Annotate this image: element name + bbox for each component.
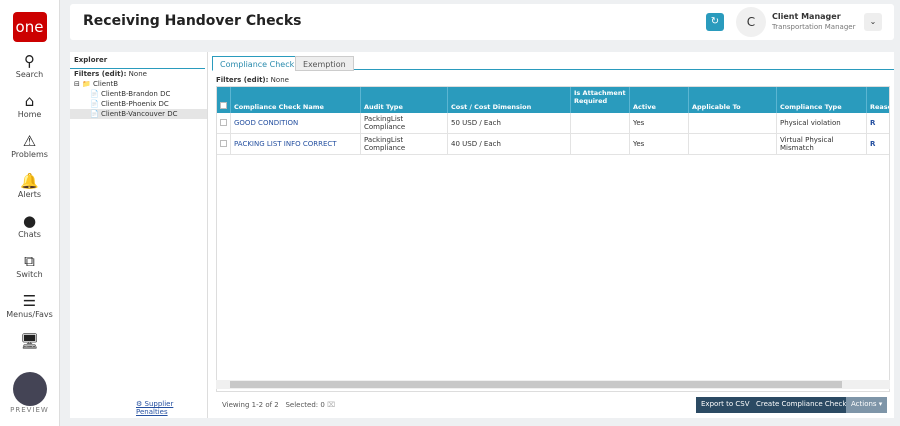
tree-label: ClientB-Brandon DC — [100, 90, 171, 98]
tree-item-selected[interactable]: 📄 ClientB-Vancouver DC — [70, 109, 207, 119]
monitor-icon: 🖥 — [19, 332, 40, 350]
horizontal-scrollbar[interactable] — [216, 380, 890, 389]
nav-label: Alerts — [17, 190, 42, 199]
preview-avatar[interactable] — [12, 372, 47, 406]
filters-label[interactable]: Filters (edit): — [216, 76, 268, 84]
nav-rail: one ⚲ Search ⌂ Home ⚠ Problems 🔔 Alerts ● Cha… — [0, 0, 60, 426]
col-header[interactable]: Compliance Check Name — [230, 87, 361, 113]
scrollbar-thumb[interactable] — [230, 381, 842, 388]
chat-icon: ● — [22, 212, 37, 230]
table-row: GOOD CONDITION PackingList Compliance 50… — [217, 113, 889, 134]
nav-search[interactable]: ⚲ Search — [0, 48, 59, 88]
nav-problems[interactable]: ⚠ Problems — [0, 128, 59, 168]
cell: Yes — [629, 113, 689, 134]
nav-label: Menus/Favs — [6, 310, 53, 319]
cell: 50 USD / Each — [447, 113, 571, 134]
home-icon: ⌂ — [24, 92, 35, 110]
nav-label: Chats — [18, 230, 41, 239]
actions-button[interactable]: Actions ▾ — [846, 397, 888, 413]
nav-label: Home — [17, 110, 42, 119]
col-header[interactable]: Is Attachment Required — [570, 87, 630, 113]
check-name-link[interactable]: PACKING LIST INFO CORRECT — [230, 133, 361, 155]
compliance-table: Compliance Check Name Audit Type Cost / … — [216, 86, 890, 392]
page-header: Receiving Handover Checks ↻ C Client Man… — [70, 4, 894, 40]
nav-label: Switch — [16, 270, 43, 279]
user-name: Client Manager — [772, 12, 841, 21]
col-header[interactable]: Reaso — [866, 87, 889, 113]
preview-label: PREVIEW — [10, 406, 49, 414]
menu-icon: ☰ — [22, 292, 37, 310]
main-panel: Explorer Filters (edit): None ⊟ 📁 Client… — [70, 52, 894, 418]
check-name-link[interactable]: GOOD CONDITION — [230, 113, 361, 134]
cell: PackingList Compliance — [360, 113, 448, 134]
tree-label: ClientB-Vancouver DC — [100, 110, 178, 118]
create-compliance-check-button[interactable]: Create Compliance Check — [751, 397, 852, 413]
viewing-count: Viewing 1-2 of 2 — [222, 401, 279, 409]
reason-link[interactable]: R — [866, 133, 889, 155]
cell: Yes — [629, 133, 689, 155]
filters-label[interactable]: Filters (edit): — [74, 70, 126, 78]
nav-menus[interactable]: ☰ Menus/Favs — [0, 288, 59, 328]
nav-label: Search — [15, 70, 44, 79]
grid-footer: Viewing 1-2 of 2 Selected: 0 ⌧ — [222, 401, 335, 409]
app-logo[interactable]: one — [12, 12, 47, 42]
clear-selection-icon[interactable]: ⌧ — [327, 401, 335, 409]
export-csv-button[interactable]: Export to CSV — [696, 397, 755, 413]
nav-chats[interactable]: ● Chats — [0, 208, 59, 248]
avatar[interactable]: C — [736, 7, 766, 37]
bell-icon: 🔔 — [20, 172, 39, 190]
cell: PackingList Compliance — [360, 133, 448, 155]
tab-exemption[interactable]: Exemption — [295, 56, 354, 71]
tab-bar: Compliance Check Exemption — [212, 54, 894, 71]
cell: 40 USD / Each — [447, 133, 571, 155]
tab-compliance-check[interactable]: Compliance Check — [212, 56, 303, 71]
reason-link[interactable]: R — [866, 113, 889, 134]
refresh-icon[interactable]: ↻ — [706, 13, 724, 31]
col-header[interactable]: Compliance Type — [776, 87, 867, 113]
cell — [688, 133, 777, 155]
explorer: Explorer Filters (edit): None ⊟ 📁 Client… — [70, 52, 208, 418]
col-header[interactable]: Active — [629, 87, 689, 113]
grid-filters: Filters (edit): None — [216, 76, 289, 84]
col-header[interactable]: Audit Type — [360, 87, 448, 113]
nav-home[interactable]: ⌂ Home — [0, 88, 59, 128]
tree-label: ClientB — [93, 80, 119, 88]
cell — [688, 113, 777, 134]
selected-count: Selected: 0 — [285, 401, 325, 409]
nav-label: Problems — [11, 150, 48, 159]
supplier-penalties-link[interactable]: ⚙ Supplier Penalties — [136, 400, 207, 416]
col-header[interactable]: Applicable To — [688, 87, 777, 113]
nav-alerts[interactable]: 🔔 Alerts — [0, 168, 59, 208]
explorer-title: Explorer — [70, 52, 205, 69]
warning-icon: ⚠ — [22, 132, 37, 150]
select-all-checkbox[interactable] — [217, 87, 231, 113]
user-role: Transportation Manager — [772, 23, 856, 31]
explorer-filters: Filters (edit): None — [70, 69, 207, 79]
cell — [570, 133, 630, 155]
switch-icon: ⧉ — [24, 252, 35, 270]
nav-monitor[interactable]: 🖥 — [0, 328, 59, 368]
table-header: Compliance Check Name Audit Type Cost / … — [217, 87, 889, 113]
row-checkbox[interactable] — [217, 133, 231, 155]
cell: Virtual Physical Mismatch — [776, 133, 867, 155]
page-title: Receiving Handover Checks — [83, 13, 302, 29]
tree-item[interactable]: 📄 ClientB-Brandon DC — [70, 89, 207, 99]
tree-label: ClientB-Phoenix DC — [100, 100, 169, 108]
tree-root[interactable]: ⊟ 📁 ClientB — [70, 79, 207, 89]
link-label: Supplier Penalties — [136, 400, 174, 416]
cell: Physical violation — [776, 113, 867, 134]
tree-item[interactable]: 📄 ClientB-Phoenix DC — [70, 99, 207, 109]
nav-switch[interactable]: ⧉ Switch — [0, 248, 59, 288]
filters-value: None — [128, 70, 147, 78]
search-icon: ⚲ — [24, 52, 35, 70]
filters-value: None — [270, 76, 289, 84]
col-header[interactable]: Cost / Cost Dimension — [447, 87, 571, 113]
table-row: PACKING LIST INFO CORRECT PackingList Co… — [217, 133, 889, 155]
row-checkbox[interactable] — [217, 113, 231, 134]
chevron-down-icon[interactable]: ⌄ — [864, 13, 882, 31]
cell — [570, 113, 630, 134]
